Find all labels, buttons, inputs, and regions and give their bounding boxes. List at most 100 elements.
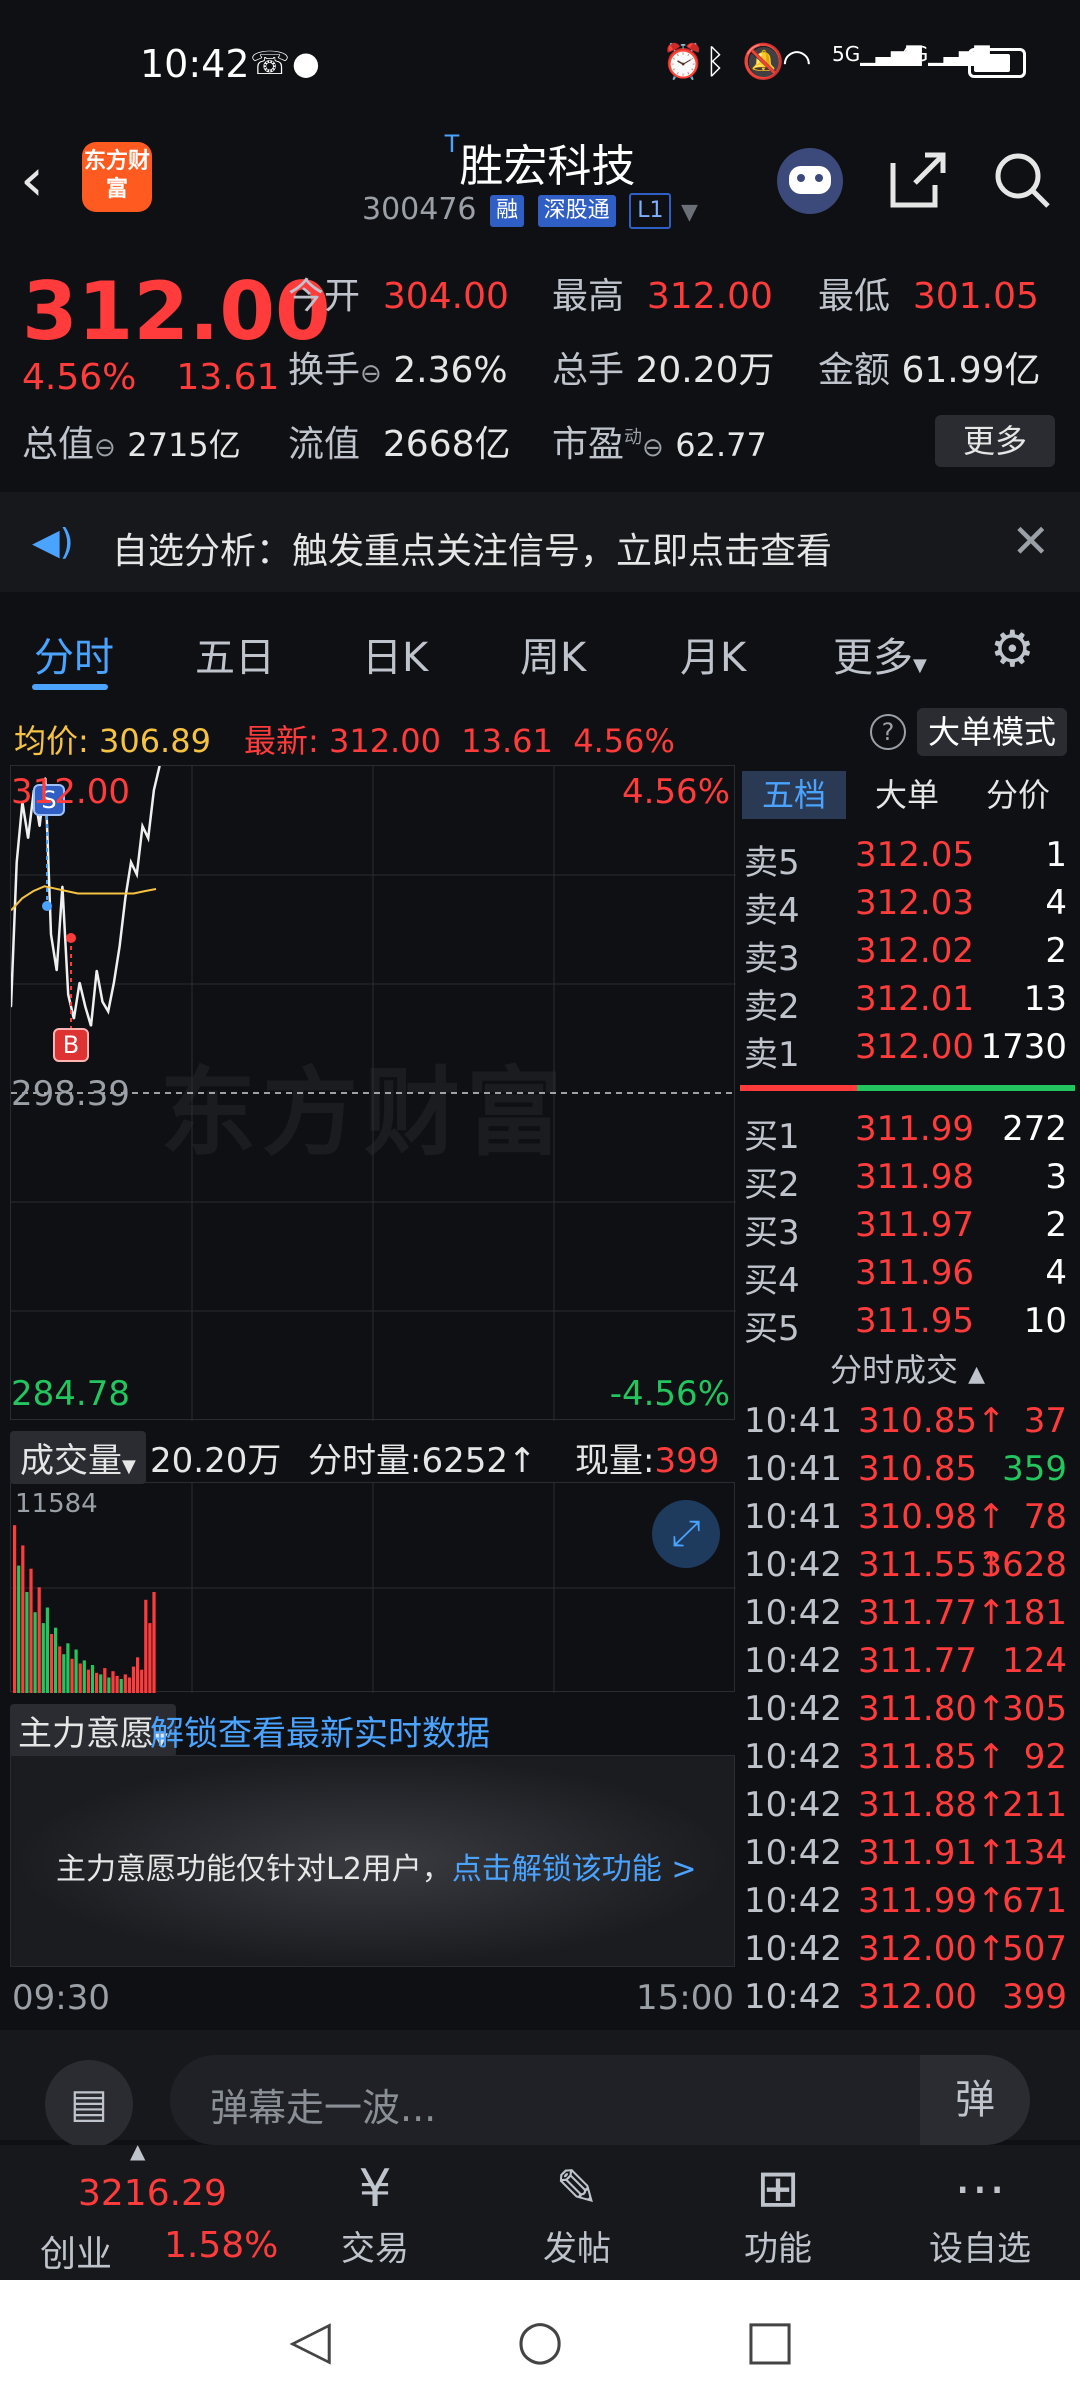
- turnover-cell[interactable]: 换手⊖ 2.36%: [288, 341, 508, 393]
- tick-row[interactable]: 10:42 312.00 399: [740, 1977, 1075, 2025]
- time-axis-end: 15:00: [636, 1978, 734, 2018]
- danmaku-placeholder: 弹幕走一波...: [210, 2086, 437, 2130]
- tick-row[interactable]: 10:42 311.88↑ 211: [740, 1785, 1075, 1833]
- sys-back-icon[interactable]: ◁: [280, 2310, 340, 2370]
- nav-add-watchlist[interactable]: ⋯ 设自选: [890, 2157, 1070, 2270]
- time-axis-start: 09:30: [12, 1978, 110, 2018]
- nav-functions[interactable]: ⊞ 功能: [688, 2157, 868, 2270]
- volume-bar: [49, 1634, 54, 1693]
- tick-row[interactable]: 10:41 310.85 359: [740, 1449, 1075, 1497]
- volume-bar: [127, 1677, 131, 1693]
- volume-cell: 总手 20.20万: [552, 341, 775, 393]
- intraday-chart[interactable]: S B 312.00 4.56% 298.39 284.78 -4.56%: [10, 765, 736, 1421]
- current-volume-label: 现量:: [575, 1441, 655, 1481]
- tick-row[interactable]: 10:42 311.77 124: [740, 1641, 1075, 1689]
- bid-row[interactable]: 买2 311.98 3: [740, 1157, 1075, 1205]
- notice-banner[interactable]: ◀) 自选分析：触发重点关注信号，立即点击查看 ✕: [0, 492, 1080, 592]
- tick-row[interactable]: 10:41 310.85↑ 37: [740, 1401, 1075, 1449]
- tick-time: 10:42: [744, 1689, 842, 1729]
- price-point: [124, 897, 127, 900]
- volume-chart[interactable]: 11584: [10, 1482, 736, 1693]
- buy-marker[interactable]: B: [53, 1028, 89, 1062]
- bid-row[interactable]: 买1 311.99 272: [740, 1109, 1075, 1157]
- ask-row[interactable]: 卖2 312.01 13: [740, 979, 1075, 1027]
- tab-price-dist[interactable]: 分价: [966, 771, 1070, 819]
- tick-time: 10:42: [744, 1545, 842, 1585]
- index-widget[interactable]: ▲ 3216.29 创业 1.58%: [10, 2139, 278, 2280]
- tick-row[interactable]: 10:42 311.55↑ 3628: [740, 1545, 1075, 1593]
- pe-cell[interactable]: 市盈动⊖ 62.77: [552, 415, 767, 467]
- sys-home-icon[interactable]: ○: [510, 2310, 570, 2370]
- nav-trade[interactable]: ¥ 交易: [285, 2157, 465, 2270]
- tick-row[interactable]: 10:42 311.85↑ 92: [740, 1737, 1075, 1785]
- settings-gear-icon[interactable]: ⚙: [990, 620, 1035, 678]
- main-intent-locked-panel[interactable]: 主力意愿功能仅针对L2用户，点击解锁该功能 >: [10, 1755, 735, 1967]
- tick-row[interactable]: 10:42 311.80↑ 305: [740, 1689, 1075, 1737]
- ask-row[interactable]: 卖4 312.03 4: [740, 883, 1075, 931]
- close-icon[interactable]: ✕: [1011, 514, 1050, 568]
- unlock-feature-link[interactable]: 点击解锁该功能 >: [452, 1852, 697, 1887]
- tick-time: 10:42: [744, 1641, 842, 1681]
- volume-selector[interactable]: 成交量▼: [10, 1431, 146, 1484]
- nav-post[interactable]: ✎ 发帖: [487, 2157, 667, 2270]
- price-point: [78, 981, 81, 984]
- tab-daily-k[interactable]: 日K: [362, 625, 428, 683]
- tick-row[interactable]: 10:42 312.00↑ 507: [740, 1929, 1075, 1977]
- nav-functions-label: 功能: [744, 2229, 812, 2269]
- tab-big-orders[interactable]: 大单: [855, 771, 959, 819]
- status-bar: 10:42 ☏ ● ⏰ ᛒ 🔕 ◠ 5G▁▃▅▇ 4G▁▃▅▇: [0, 0, 1080, 130]
- quote-panel: 312.00 4.56% 13.61 今开 304.00 最高 312.00 最低…: [0, 245, 1080, 490]
- unlock-realtime-link[interactable]: 解锁查看最新实时数据: [150, 1706, 490, 1755]
- more-quote-button[interactable]: 更多: [935, 415, 1055, 467]
- low-label: 最低: [818, 276, 891, 317]
- tab-intraday[interactable]: 分时: [34, 625, 114, 683]
- bid-row[interactable]: 买5 311.95 10: [740, 1301, 1075, 1349]
- avg-value: 306.89: [98, 722, 211, 760]
- mute-icon: 🔕: [742, 42, 785, 82]
- expand-icon[interactable]: ⤢: [652, 1500, 720, 1568]
- volume-selector-label: 成交量: [20, 1441, 122, 1481]
- danmaku-input[interactable]: 弹幕走一波... 弹: [170, 2055, 1030, 2145]
- tab-5day[interactable]: 五日: [195, 625, 275, 683]
- ask-row[interactable]: 卖1 312.00 1730: [740, 1027, 1075, 1075]
- volume-bar: [58, 1646, 62, 1693]
- ask-volume: 2: [1045, 931, 1067, 971]
- ask-row[interactable]: 卖3 312.02 2: [740, 931, 1075, 979]
- danmaku-settings-icon[interactable]: ▤: [45, 2060, 133, 2148]
- price-point: [130, 861, 132, 864]
- volume-bar: [78, 1663, 82, 1693]
- tick-volume: 37: [1023, 1401, 1067, 1441]
- volume-bar: [115, 1675, 119, 1693]
- tick-row[interactable]: 10:41 310.98↑ 78: [740, 1497, 1075, 1545]
- tick-time: 10:42: [744, 1977, 842, 2017]
- help-icon[interactable]: ?: [870, 714, 906, 750]
- tick-trades-header[interactable]: 分时成交 ▲: [740, 1345, 1075, 1395]
- tab-weekly-k[interactable]: 周K: [520, 625, 586, 683]
- tab-monthly-k[interactable]: 月K: [680, 625, 746, 683]
- robot-assistant-icon[interactable]: [770, 140, 850, 220]
- chevron-down-icon[interactable]: ▼: [681, 200, 698, 225]
- notice-text[interactable]: 自选分析：触发重点关注信号，立即点击查看: [112, 522, 832, 574]
- bid-row[interactable]: 买4 311.96 4: [740, 1253, 1075, 1301]
- bid-volume: 272: [1002, 1109, 1067, 1149]
- tick-row[interactable]: 10:42 311.91↑ 134: [740, 1833, 1075, 1881]
- bid-price: 311.98: [855, 1157, 974, 1197]
- latest-value: 312.00: [328, 722, 441, 760]
- big-order-mode-button[interactable]: 大单模式: [917, 708, 1067, 756]
- tab-more[interactable]: 更多▼: [833, 625, 927, 683]
- mktcap-cell[interactable]: 总值⊖ 2715亿: [22, 415, 241, 467]
- tick-row[interactable]: 10:42 311.77↑ 181: [740, 1593, 1075, 1641]
- bid-label: 买2: [744, 1165, 800, 1205]
- tab-five-levels[interactable]: 五档: [742, 771, 846, 819]
- tick-volume: 134: [1002, 1833, 1067, 1873]
- ask-row[interactable]: 卖5 312.05 1: [740, 835, 1075, 883]
- missed-call-icon: ☏: [250, 44, 291, 82]
- tick-row[interactable]: 10:42 311.99↑ 671: [740, 1881, 1075, 1929]
- danmaku-toggle-button[interactable]: 弹: [920, 2055, 1030, 2145]
- share-icon[interactable]: [878, 140, 958, 220]
- chart-tabs: 分时 五日 日K 周K 月K 更多▼ ⚙: [0, 600, 1080, 700]
- sys-recents-icon[interactable]: □: [740, 2310, 800, 2370]
- bid-row[interactable]: 买3 311.97 2: [740, 1205, 1075, 1253]
- tick-time: 10:41: [744, 1401, 842, 1441]
- search-icon[interactable]: [982, 140, 1062, 220]
